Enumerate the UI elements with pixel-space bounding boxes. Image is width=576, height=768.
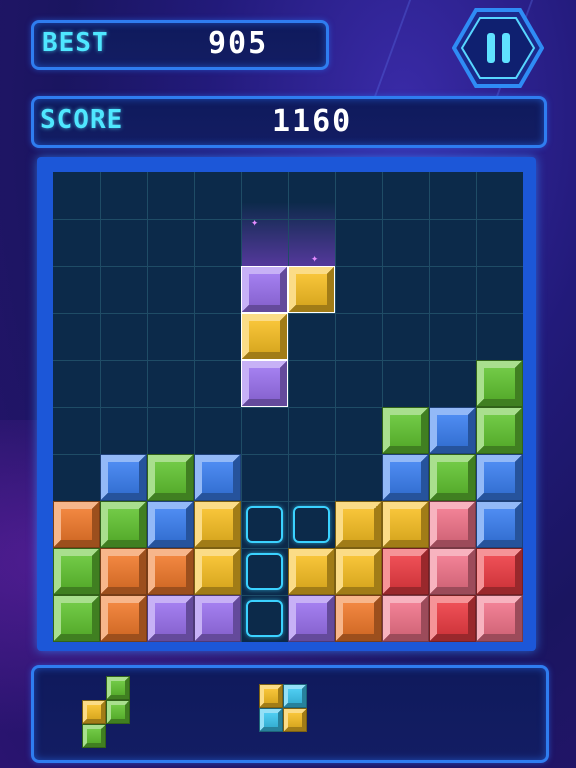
placed-block-purple — [288, 595, 335, 642]
placed-block-green — [476, 360, 523, 407]
placed-block-green — [429, 454, 476, 501]
placed-block-yellow — [382, 501, 429, 548]
empty-target-slot[interactable] — [246, 600, 283, 637]
preview-block-yellow — [82, 700, 106, 724]
placed-block-yellow — [194, 548, 241, 595]
placed-block-blue — [476, 454, 523, 501]
pause-button[interactable] — [451, 8, 545, 88]
falling-block-purple — [241, 360, 288, 407]
placed-block-green — [476, 407, 523, 454]
placed-block-blue — [429, 407, 476, 454]
preview-block-yellow — [259, 684, 283, 708]
placed-block-green — [147, 454, 194, 501]
placed-block-blue — [147, 501, 194, 548]
placed-block-purple — [147, 595, 194, 642]
placed-block-pink — [476, 595, 523, 642]
sparkle-icon: ✦ — [251, 215, 259, 229]
placed-block-yellow — [335, 548, 382, 595]
placed-block-blue — [382, 454, 429, 501]
placed-block-blue — [194, 454, 241, 501]
placed-block-orange — [100, 595, 147, 642]
best-score-panel: BEST 905 — [31, 20, 329, 70]
placed-block-pink — [429, 548, 476, 595]
placed-block-yellow — [335, 501, 382, 548]
placed-block-orange — [100, 548, 147, 595]
preview-block-green — [106, 676, 130, 700]
placed-block-orange — [53, 501, 100, 548]
best-label: BEST — [42, 28, 109, 58]
placed-block-blue — [476, 501, 523, 548]
placed-block-yellow — [288, 548, 335, 595]
placed-block-red — [476, 548, 523, 595]
placed-block-purple — [194, 595, 241, 642]
placed-block-pink — [382, 595, 429, 642]
placed-block-blue — [100, 454, 147, 501]
placed-block-pink — [429, 501, 476, 548]
placed-block-yellow — [194, 501, 241, 548]
empty-target-slot[interactable] — [246, 506, 283, 543]
best-value: 905 — [208, 26, 269, 61]
preview-block-yellow — [283, 708, 307, 732]
falling-block-yellow — [288, 266, 335, 313]
placed-block-green — [53, 595, 100, 642]
next-pieces-tray — [31, 665, 549, 763]
placed-block-red — [429, 595, 476, 642]
score-label: SCORE — [40, 105, 124, 135]
empty-target-slot[interactable] — [293, 506, 330, 543]
placed-block-orange — [147, 548, 194, 595]
pause-icon — [451, 8, 545, 88]
placed-block-green — [100, 501, 147, 548]
placed-block-orange — [335, 595, 382, 642]
sparkle-icon: ✦ — [311, 251, 319, 265]
falling-block-yellow — [241, 313, 288, 360]
placed-block-green — [53, 548, 100, 595]
placed-block-green — [382, 407, 429, 454]
placed-block-red — [382, 548, 429, 595]
empty-target-slot[interactable] — [246, 553, 283, 590]
score-panel: SCORE 1160 — [31, 96, 547, 148]
game-board[interactable]: ✦ ✦ ✦ ✦ — [53, 172, 523, 642]
score-value: 1160 — [272, 104, 353, 139]
falling-block-purple — [241, 266, 288, 313]
preview-block-cyan — [259, 708, 283, 732]
preview-block-green — [106, 700, 130, 724]
preview-block-green — [82, 724, 106, 748]
preview-block-cyan — [283, 684, 307, 708]
